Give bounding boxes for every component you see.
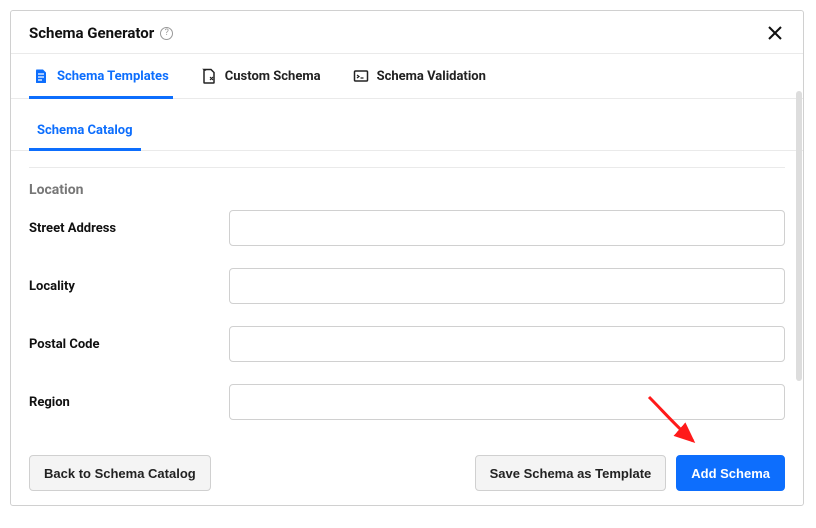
add-schema-button[interactable]: Add Schema (676, 455, 785, 491)
input-region[interactable] (229, 384, 785, 420)
tab-custom-schema[interactable]: Custom Schema (197, 54, 325, 99)
document-edit-icon (201, 68, 217, 84)
scrollbar[interactable] (796, 91, 802, 381)
section-heading-location: Location (29, 182, 785, 198)
terminal-icon (353, 68, 369, 84)
tab-label: Schema Validation (377, 69, 486, 84)
modal-title: Schema Generator (29, 24, 154, 42)
subtab-schema-catalog[interactable]: Schema Catalog (29, 111, 141, 151)
save-template-button[interactable]: Save Schema as Template (475, 455, 667, 491)
help-icon[interactable]: ? (160, 27, 173, 40)
close-icon (767, 25, 783, 41)
modal-header: Schema Generator ? (11, 11, 803, 54)
input-postal-code[interactable] (229, 326, 785, 362)
tab-schema-templates[interactable]: Schema Templates (29, 54, 173, 99)
subtab-label: Schema Catalog (37, 123, 133, 138)
tab-label: Schema Templates (57, 69, 169, 84)
row-locality: Locality (29, 268, 785, 304)
label-locality: Locality (29, 279, 229, 294)
modal-title-wrap: Schema Generator ? (29, 24, 173, 42)
input-street-address[interactable] (229, 210, 785, 246)
row-street-address: Street Address (29, 210, 785, 246)
form-area: Location Street Address Locality Postal … (11, 151, 803, 441)
back-button[interactable]: Back to Schema Catalog (29, 455, 211, 491)
modal-footer: Back to Schema Catalog Save Schema as Te… (11, 441, 803, 505)
label-region: Region (29, 395, 229, 410)
secondary-tabs: Schema Catalog (11, 111, 803, 151)
tab-label: Custom Schema (225, 69, 321, 84)
label-postal-code: Postal Code (29, 337, 229, 352)
input-locality[interactable] (229, 268, 785, 304)
primary-tabs: Schema Templates Custom Schema Schema Va… (11, 54, 803, 99)
close-button[interactable] (765, 23, 785, 43)
footer-right: Save Schema as Template Add Schema (475, 455, 785, 491)
section-divider (29, 167, 785, 168)
label-street-address: Street Address (29, 221, 229, 236)
row-region: Region (29, 384, 785, 420)
schema-generator-modal: Schema Generator ? Schema Templates (10, 10, 804, 506)
tab-schema-validation[interactable]: Schema Validation (349, 54, 490, 99)
document-icon (33, 68, 49, 84)
row-postal-code: Postal Code (29, 326, 785, 362)
